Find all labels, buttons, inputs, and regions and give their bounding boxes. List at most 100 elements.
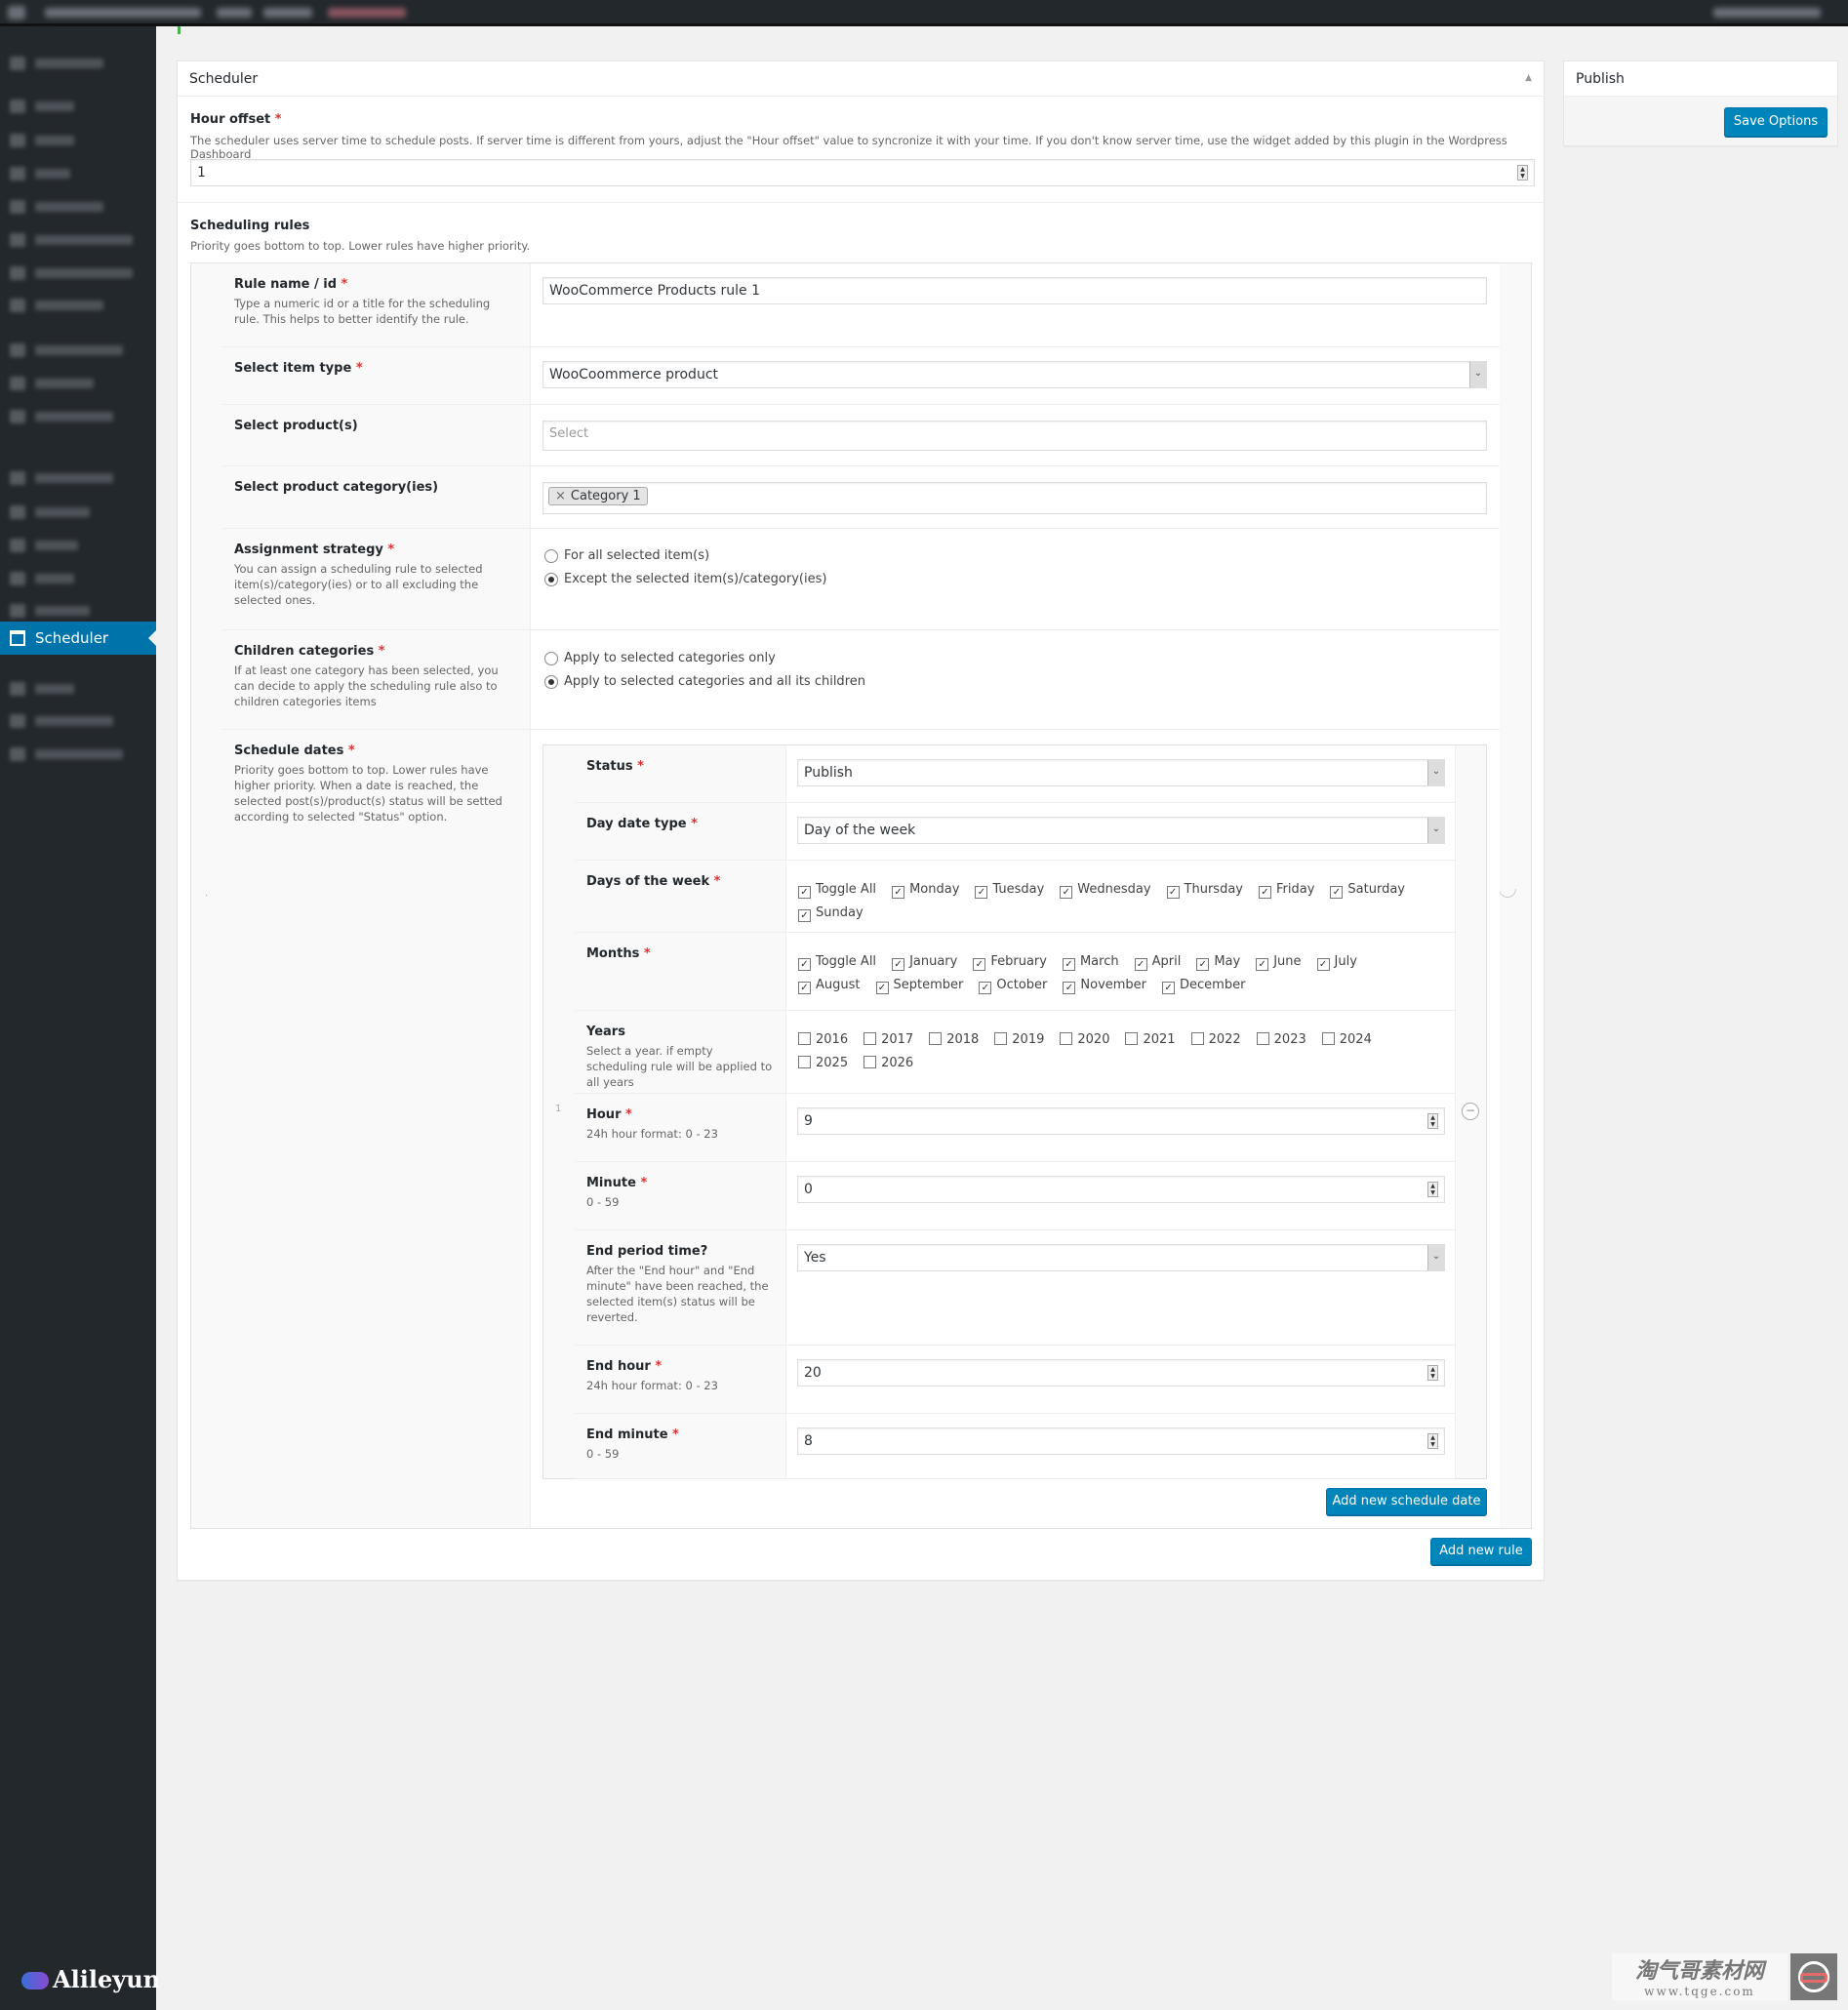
radio-icon[interactable]: [544, 549, 558, 563]
checkbox-toggle-all[interactable]: ✓ Toggle All: [798, 950, 876, 974]
remove-date-icon[interactable]: −: [1462, 1103, 1479, 1120]
radio-selected-only[interactable]: Apply to selected categories only: [544, 651, 776, 665]
stepper-icon[interactable]: ▲ ▼: [1427, 1182, 1438, 1197]
radio-checked-icon[interactable]: [544, 573, 558, 586]
sidebar-item[interactable]: [0, 531, 156, 560]
checkbox-checked-icon[interactable]: ✓: [1134, 958, 1147, 971]
checkbox-2023[interactable]: 2023: [1256, 1028, 1306, 1052]
checkbox-icon[interactable]: [864, 1056, 877, 1068]
radio-checked-icon[interactable]: [544, 675, 558, 689]
remove-rule-icon[interactable]: [1499, 889, 1516, 898]
radio-with-children[interactable]: Apply to selected categories and all its…: [544, 674, 865, 689]
radio-icon[interactable]: [544, 652, 558, 665]
sidebar-item[interactable]: [0, 740, 156, 769]
checkbox-tuesday[interactable]: ✓ Tuesday: [975, 878, 1044, 902]
checkbox-2024[interactable]: 2024: [1321, 1028, 1372, 1052]
checkbox-icon[interactable]: [929, 1032, 943, 1045]
radio-for-all[interactable]: For all selected item(s): [544, 548, 709, 563]
checkbox-2020[interactable]: 2020: [1060, 1028, 1109, 1052]
sidebar-item[interactable]: [0, 192, 156, 221]
minute-input[interactable]: 0 ▲ ▼: [797, 1176, 1445, 1203]
sidebar-item[interactable]: [0, 336, 156, 365]
checkbox-2026[interactable]: 2026: [864, 1052, 913, 1075]
categories-select[interactable]: × Category 1: [542, 482, 1487, 514]
checkbox-2018[interactable]: 2018: [929, 1028, 979, 1052]
checkbox-2019[interactable]: 2019: [994, 1028, 1044, 1052]
checkbox-2022[interactable]: 2022: [1190, 1028, 1241, 1052]
checkbox-checked-icon[interactable]: ✓: [798, 909, 811, 922]
checkbox-2016[interactable]: 2016: [798, 1028, 848, 1052]
checkbox-wednesday[interactable]: ✓ Wednesday: [1060, 878, 1151, 902]
checkbox-2017[interactable]: 2017: [864, 1028, 913, 1052]
checkbox-thursday[interactable]: ✓ Thursday: [1166, 878, 1243, 902]
checkbox-checked-icon[interactable]: ✓: [1063, 982, 1076, 994]
checkbox-checked-icon[interactable]: ✓: [798, 958, 811, 971]
end-minute-input[interactable]: 8 ▲ ▼: [797, 1427, 1445, 1455]
sidebar-item[interactable]: [0, 674, 156, 704]
add-schedule-date-button[interactable]: Add new schedule date: [1326, 1488, 1487, 1515]
checkbox-checked-icon[interactable]: ✓: [1330, 886, 1344, 899]
checkbox-icon[interactable]: [1190, 1032, 1204, 1045]
checkbox-august[interactable]: ✓ August: [798, 974, 861, 997]
checkbox-checked-icon[interactable]: ✓: [979, 982, 992, 994]
checkbox-checked-icon[interactable]: ✓: [1162, 982, 1176, 994]
checkbox-icon[interactable]: [1125, 1032, 1139, 1045]
sidebar-item[interactable]: [0, 498, 156, 527]
checkbox-may[interactable]: ✓ May: [1196, 950, 1240, 974]
wp-logo-icon[interactable]: [8, 6, 25, 20]
checkbox-checked-icon[interactable]: ✓: [1259, 886, 1271, 899]
checkbox-november[interactable]: ✓ November: [1063, 974, 1146, 997]
sidebar-item-scheduler[interactable]: Scheduler: [0, 622, 156, 655]
checkbox-march[interactable]: ✓ March: [1062, 950, 1119, 974]
sidebar-item[interactable]: [0, 159, 156, 188]
checkbox-checked-icon[interactable]: ✓: [1196, 958, 1210, 971]
checkbox-april[interactable]: ✓ April: [1134, 950, 1181, 974]
checkbox-july[interactable]: ✓ July: [1316, 950, 1357, 974]
day-date-type-select[interactable]: Day of the week ⌄: [797, 817, 1445, 844]
checkbox-checked-icon[interactable]: ✓: [973, 958, 986, 971]
language-link[interactable]: [328, 8, 406, 18]
checkbox-september[interactable]: ✓ September: [875, 974, 963, 997]
checkbox-checked-icon[interactable]: ✓: [1062, 958, 1075, 971]
rule-name-input[interactable]: WooCommerce Products rule 1: [542, 277, 1487, 304]
end-period-select[interactable]: Yes ⌄: [797, 1244, 1445, 1271]
sidebar-item[interactable]: [0, 49, 156, 78]
checkbox-toggle-all[interactable]: ✓ Toggle All: [798, 878, 876, 902]
item-type-select[interactable]: WooCoommerce product ⌄: [542, 361, 1487, 388]
checkbox-checked-icon[interactable]: ✓: [1256, 958, 1269, 971]
checkbox-icon[interactable]: [1256, 1032, 1269, 1045]
hour-offset-input[interactable]: 1 ▲ ▼: [190, 159, 1535, 186]
checkbox-october[interactable]: ✓ October: [979, 974, 1047, 997]
checkbox-checked-icon[interactable]: ✓: [798, 886, 811, 899]
checkbox-2025[interactable]: 2025: [798, 1052, 848, 1075]
checkbox-icon[interactable]: [864, 1032, 877, 1045]
updates-link[interactable]: [217, 8, 252, 18]
checkbox-monday[interactable]: ✓ Monday: [892, 878, 959, 902]
checkbox-checked-icon[interactable]: ✓: [798, 982, 811, 994]
checkbox-saturday[interactable]: ✓ Saturday: [1330, 878, 1405, 902]
checkbox-january[interactable]: ✓ January: [892, 950, 957, 974]
remove-tag-icon[interactable]: ×: [555, 489, 566, 503]
sidebar-item[interactable]: [0, 92, 156, 121]
sidebar-item[interactable]: [0, 259, 156, 288]
account-link[interactable]: [1713, 8, 1821, 18]
stepper-icon[interactable]: ▲ ▼: [1517, 165, 1528, 181]
hour-input[interactable]: 9 ▲ ▼: [797, 1107, 1445, 1135]
panel-header[interactable]: Scheduler ▲: [178, 61, 1544, 97]
site-name-link[interactable]: [45, 8, 201, 18]
sidebar-item[interactable]: [0, 369, 156, 398]
checkbox-checked-icon[interactable]: ✓: [892, 886, 905, 899]
checkbox-checked-icon[interactable]: ✓: [1060, 886, 1073, 899]
checkbox-icon[interactable]: [798, 1032, 811, 1045]
save-options-button[interactable]: Save Options: [1724, 107, 1828, 137]
checkbox-icon[interactable]: [798, 1056, 811, 1068]
checkbox-icon[interactable]: [994, 1032, 1008, 1045]
collapse-toggle-icon[interactable]: ▲: [1525, 73, 1532, 83]
sidebar-item[interactable]: [0, 564, 156, 593]
sidebar-item[interactable]: [0, 225, 156, 255]
stepper-icon[interactable]: ▲ ▼: [1427, 1433, 1438, 1449]
checkbox-sunday[interactable]: ✓ Sunday: [798, 902, 864, 925]
sidebar-item[interactable]: [0, 402, 156, 431]
sidebar-item[interactable]: [0, 291, 156, 320]
checkbox-february[interactable]: ✓ February: [973, 950, 1047, 974]
